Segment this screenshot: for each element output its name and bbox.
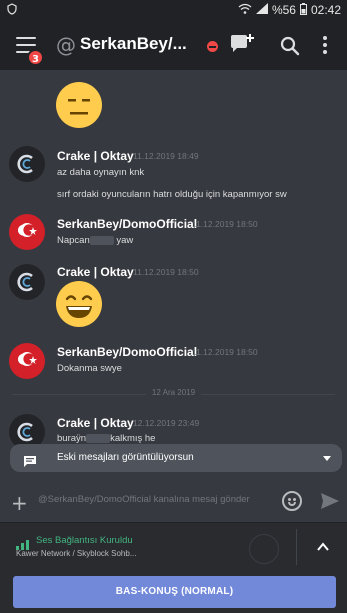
signal-strength-icon <box>255 3 268 17</box>
push-to-talk-button[interactable]: BAS-KONUŞ (NORMAL) <box>13 576 336 608</box>
do-not-disturb-icon <box>207 41 218 52</box>
battery-icon <box>299 2 307 18</box>
emoji-icon[interactable] <box>282 491 302 511</box>
shield-icon <box>6 2 18 18</box>
wifi-icon <box>238 3 252 17</box>
date-divider: 12 Ara 2019 <box>0 388 347 400</box>
add-to-group-dm-icon[interactable] <box>229 33 255 57</box>
message-timestamp: 11.12.2019 18:49 <box>133 151 199 161</box>
status-bar: %56 02:42 <box>0 0 347 20</box>
chat-bubble-icon <box>23 452 37 467</box>
message-text: sırf ordaki oyuncuların hatrı olduğu içi… <box>57 189 287 200</box>
voice-connection-status: Ses Bağlantısı Kuruldu <box>36 535 133 546</box>
voice-status-panel: Ses Bağlantısı Kuruldu Kawer Network / S… <box>0 522 347 570</box>
voice-channel-name[interactable]: Kawer Network / Skyblock Sohb... <box>16 549 137 558</box>
message-list[interactable]: Crake | Oktay 11.12.2019 18:49 az daha o… <box>0 70 347 482</box>
redacted-text <box>89 235 114 245</box>
divider <box>296 529 297 565</box>
voice-avatar-placeholder[interactable] <box>249 534 279 564</box>
jump-to-present-banner[interactable]: Eski mesajları görüntülüyorsun <box>10 444 342 472</box>
chevron-down-icon <box>323 456 331 461</box>
push-to-talk-area: BAS-KONUŞ (NORMAL) <box>0 570 347 613</box>
message-author[interactable]: Crake | Oktay <box>57 416 134 430</box>
at-icon: @ <box>56 33 76 57</box>
message-text: buraÿn kalkmış he <box>57 433 156 444</box>
message-text: az daha oynayın knk <box>57 167 145 178</box>
message-author[interactable]: SerkanBey/DomoOfficial <box>57 217 197 231</box>
message-author[interactable]: Crake | Oktay <box>57 149 134 163</box>
message-timestamp: 12.12.2019 23:49 <box>133 418 200 428</box>
chevron-up-icon[interactable] <box>316 539 330 553</box>
message-input[interactable]: @SerkanBey/DomoOfficial kanalına mesaj g… <box>38 494 274 505</box>
expressionless-emoji <box>56 82 102 128</box>
message-timestamp: 11.12.2019 18:50 <box>192 219 258 229</box>
message-text: Napcan yaw <box>57 235 134 246</box>
page-title[interactable]: SerkanBey/... <box>80 34 187 54</box>
plus-icon[interactable]: + <box>11 491 28 515</box>
message-timestamp: 11.12.2019 18:50 <box>133 267 199 277</box>
battery-percent: %56 <box>271 3 296 17</box>
channel-header: 3 @ SerkanBey/... <box>0 20 347 70</box>
message-text: Dokanma swye <box>57 363 122 374</box>
send-icon[interactable] <box>320 492 340 510</box>
avatar[interactable] <box>9 264 45 300</box>
search-icon[interactable] <box>279 35 301 57</box>
redacted-text <box>86 433 111 443</box>
avatar[interactable] <box>9 343 45 379</box>
connection-signal-icon <box>16 535 30 550</box>
message-author[interactable]: Crake | Oktay <box>57 265 134 279</box>
message-timestamp: 11.12.2019 18:50 <box>192 347 258 357</box>
notification-badge: 3 <box>27 49 44 66</box>
clock: 02:42 <box>310 3 341 17</box>
grinning-emoji <box>56 281 102 327</box>
banner-label: Eski mesajları görüntülüyorsun <box>57 452 194 463</box>
avatar[interactable] <box>9 214 45 250</box>
message-composer: + @SerkanBey/DomoOfficial kanalına mesaj… <box>0 482 347 522</box>
more-options-icon[interactable] <box>322 36 328 54</box>
message-author[interactable]: SerkanBey/DomoOfficial <box>57 345 197 359</box>
avatar[interactable] <box>9 146 45 182</box>
